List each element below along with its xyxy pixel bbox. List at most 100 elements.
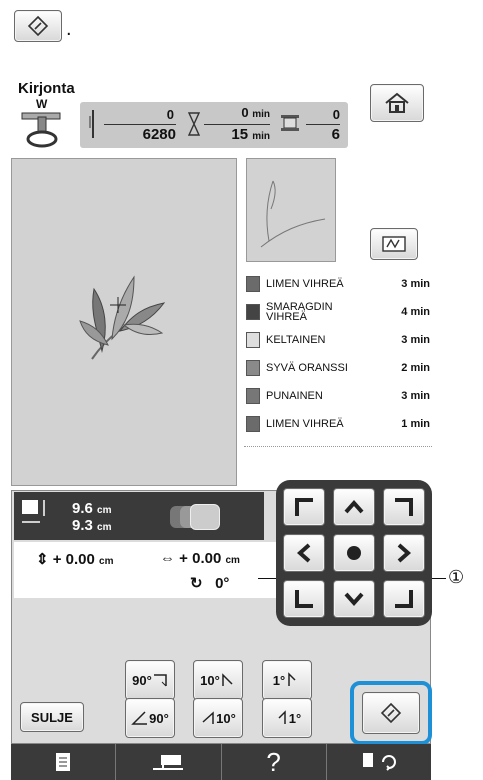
pattern-info-button[interactable] <box>11 744 117 780</box>
move-up-right-button[interactable] <box>383 488 425 526</box>
rotate-ccw-10-icon <box>202 711 214 724</box>
list-item: KELTAINEN 3 min <box>246 328 430 352</box>
presser-foot-label: W <box>36 97 48 111</box>
color-total: 6 <box>331 126 340 143</box>
rotate-reset-instruction-button <box>14 10 62 42</box>
time-current: 0 min <box>241 105 270 120</box>
vertical-offset: ⇕ + 0.00 cm <box>36 551 114 568</box>
embroidery-pattern <box>79 275 166 360</box>
thread-time: 1 min <box>401 418 430 430</box>
list-item: LIMEN VIHREÄ 1 min <box>246 412 430 436</box>
list-item: LIMEN VIHREÄ 3 min <box>246 272 430 296</box>
bottom-toolbar: ? <box>11 744 431 780</box>
thread-time: 2 min <box>401 362 430 374</box>
thread-name: KELTAINEN <box>266 334 326 346</box>
chevron-down-icon <box>344 592 364 607</box>
thread-swatch <box>246 332 260 348</box>
center-button[interactable] <box>333 534 375 572</box>
presser-foot-change-button[interactable] <box>327 744 431 780</box>
machine-icon <box>153 755 184 770</box>
rotate-ccw-1-icon <box>278 710 286 724</box>
thumbnail-pattern <box>260 180 326 248</box>
preview-icon <box>382 236 406 252</box>
thread-swatch <box>246 388 260 404</box>
counter-strip: 0 6280 0 min 15 min 0 6 <box>80 102 348 148</box>
position-readout: ⇕ + 0.00 cm ⇔ + 0.00 cm ↻ 0° <box>14 542 276 598</box>
rotate-right-90-button[interactable]: 90° <box>125 660 175 700</box>
rotate-cw-10-icon <box>222 673 233 686</box>
thread-name: SYVÄ ORANSSI <box>266 362 348 374</box>
list-item: SYVÄ ORANSSI 2 min <box>246 356 430 380</box>
move-left-button[interactable] <box>283 534 325 572</box>
rotation-readout: ↻ 0° <box>190 575 230 592</box>
rotate-left-1-button[interactable]: 1° <box>262 698 312 738</box>
chevron-right-icon <box>397 543 412 563</box>
move-up-button[interactable] <box>333 488 375 526</box>
rotate-left-90-button[interactable]: 90° <box>125 698 175 738</box>
size-info: 9.6 cm 9.3 cm <box>14 492 264 540</box>
presser-foot-icon: W <box>16 97 74 151</box>
help-button[interactable]: ? <box>222 744 327 780</box>
corner-up-left-icon <box>295 498 313 516</box>
home-icon <box>385 92 409 113</box>
close-button[interactable]: SULJE <box>20 702 84 732</box>
list-item: PUNAINEN 3 min <box>246 384 430 408</box>
stitch-total: 6280 <box>142 126 176 143</box>
move-down-left-button[interactable] <box>283 580 325 618</box>
thread-name: SMARAGDIN VIHREÄ <box>266 301 333 323</box>
needle-icon <box>89 110 94 138</box>
frame-indicator-icon <box>170 504 230 530</box>
time-total: 15 min <box>231 126 270 143</box>
corner-up-right-icon <box>395 498 413 516</box>
thread-name: LIMEN VIHREÄ <box>266 418 344 430</box>
thread-swatch <box>246 416 260 432</box>
move-down-right-button[interactable] <box>383 580 425 618</box>
rotate-right-1-button[interactable]: 1° <box>262 660 312 700</box>
corner-down-right-icon <box>395 590 413 608</box>
page-title: Kirjonta <box>18 80 75 97</box>
move-right-button[interactable] <box>383 534 425 572</box>
stitch-current: 0 <box>166 107 174 122</box>
diamond-icon <box>380 702 402 724</box>
size-width: 9.6 cm <box>72 500 112 517</box>
chevron-up-icon <box>344 499 364 514</box>
thread-time: 4 min <box>401 306 430 318</box>
corner-down-left-icon <box>295 590 313 608</box>
document-icon <box>56 753 71 771</box>
list-item: SMARAGDIN VIHREÄ 4 min <box>246 300 430 324</box>
instruction-period: . <box>66 18 72 40</box>
thread-time: 3 min <box>401 390 430 402</box>
embroidery-canvas[interactable] <box>11 158 237 486</box>
horizontal-offset: ⇔ + 0.00 cm <box>160 550 240 567</box>
thread-swatch <box>246 276 260 292</box>
move-down-button[interactable] <box>333 580 375 618</box>
foot-change-icon <box>362 753 396 771</box>
rotation-reset-button[interactable] <box>362 692 420 734</box>
spool-icon <box>281 115 299 131</box>
thread-time: 3 min <box>401 334 430 346</box>
diamond-icon <box>27 15 49 37</box>
thread-swatch <box>246 360 260 376</box>
rotate-ccw-icon <box>131 711 148 725</box>
chevron-left-icon <box>296 543 311 563</box>
list-divider <box>244 446 432 447</box>
preview-button[interactable] <box>370 228 418 260</box>
center-dot-icon <box>347 546 361 560</box>
thread-name: PUNAINEN <box>266 390 323 402</box>
rotate-cw-1-icon <box>288 672 296 686</box>
move-up-left-button[interactable] <box>283 488 325 526</box>
thread-swatch <box>246 304 260 320</box>
thread-name: LIMEN VIHREÄ <box>266 278 344 290</box>
size-height: 9.3 cm <box>72 517 112 534</box>
home-button[interactable] <box>370 84 424 122</box>
rotate-right-10-button[interactable]: 10° <box>193 660 243 700</box>
rotate-left-10-button[interactable]: 10° <box>193 698 243 738</box>
callout-number: ① <box>448 567 465 587</box>
thread-time: 3 min <box>401 278 430 290</box>
pattern-thumbnail <box>246 158 336 262</box>
rotate-cw-icon <box>153 674 167 687</box>
size-icon <box>22 500 45 523</box>
hourglass-icon <box>188 112 200 136</box>
color-current: 0 <box>332 107 340 122</box>
sewing-machine-settings-button[interactable] <box>116 744 222 780</box>
